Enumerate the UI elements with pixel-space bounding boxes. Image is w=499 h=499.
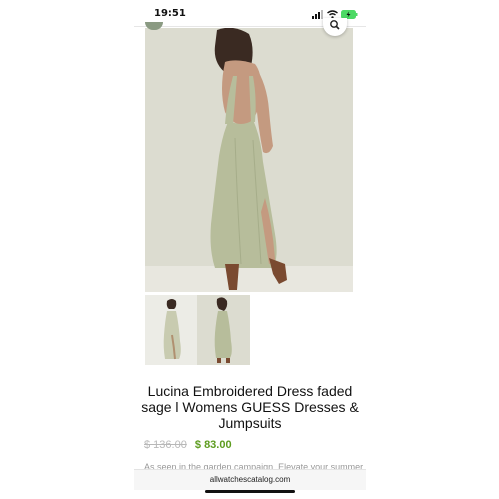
browser-address-bar[interactable]: allwatchescatalog.com <box>134 469 366 490</box>
thumbnail-back[interactable] <box>197 295 250 365</box>
sale-price: $ 83.00 <box>194 439 232 451</box>
original-price: $ 136.00 <box>144 439 187 451</box>
model-photo <box>145 28 353 292</box>
home-indicator <box>205 490 295 493</box>
status-time: 19:51 <box>154 8 186 19</box>
thumbnail-front[interactable] <box>145 295 198 365</box>
thumbnail-back-image <box>197 295 250 365</box>
thumbnail-front-image <box>145 295 198 365</box>
search-icon <box>330 20 340 30</box>
price-row: $ 136.00 $ 83.00 <box>144 439 232 451</box>
url-text[interactable]: allwatchescatalog.com <box>134 475 366 484</box>
search-button[interactable] <box>323 18 347 36</box>
product-title: Lucina Embroidered Dress faded sage l Wo… <box>141 383 359 431</box>
product-hero-image[interactable] <box>145 28 353 292</box>
